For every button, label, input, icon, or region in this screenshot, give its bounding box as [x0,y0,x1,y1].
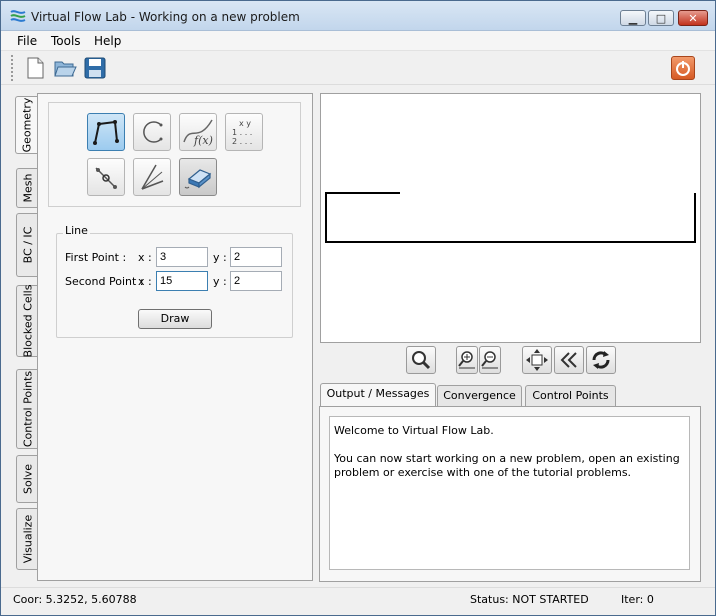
messages-box[interactable]: Welcome to Virtual Flow Lab. You can now… [329,416,690,570]
info-message: You can now start working on a new probl… [334,452,680,479]
pan-button[interactable] [522,346,552,374]
app-window: Virtual Flow Lab - Working on a new prob… [0,0,716,616]
pan-icon [526,349,548,371]
zoom-icon [412,351,431,370]
menu-bar: File Tools Help [1,31,715,51]
eraser-tool-icon [184,169,212,189]
draw-button[interactable]: Draw [138,309,212,329]
menu-tools[interactable]: Tools [47,33,85,49]
line-legend: Line [63,224,90,237]
second-y-input[interactable] [230,271,282,291]
tab-convergence[interactable]: Convergence [437,385,522,407]
side-tab-control-points[interactable]: Control Points [16,369,38,449]
polyline-tool-icon [93,120,119,145]
zoom-in-button[interactable] [456,346,478,374]
coordinates-table-tool-button[interactable]: x y 1 . . . 2 . . . [225,113,263,151]
close-icon: ✕ [688,11,698,25]
power-icon [676,61,690,76]
rewind-button[interactable] [554,346,584,374]
maximize-icon: □ [655,11,667,25]
menu-file[interactable]: File [13,33,41,49]
first-point-label: First Point : [65,251,127,264]
power-button[interactable] [671,56,695,80]
title-bar[interactable]: Virtual Flow Lab - Working on a new prob… [1,1,715,31]
side-tab-bc-ic[interactable]: BC / IC [16,213,38,277]
open-folder-icon[interactable] [53,56,77,80]
status-bar: Coor: 5.3252, 5.60788 Status: NOT STARTE… [1,587,715,615]
geometry-tools-box [48,102,301,207]
zoom-button[interactable] [406,346,436,374]
first-x-input[interactable] [156,247,208,267]
split-point-tool-icon [95,167,117,189]
minimize-icon: ▁ [628,11,638,25]
second-point-label: Second Point : [65,275,144,288]
zoom-in-icon [458,351,475,369]
maximize-button[interactable]: □ [648,10,674,26]
side-tab-solve[interactable]: Solve [16,455,38,503]
zoom-out-icon [481,351,498,369]
rewind-icon [560,352,577,368]
close-button[interactable]: ✕ [678,10,708,26]
side-tab-visualize[interactable]: Visualize [16,508,38,570]
save-disk-icon[interactable] [83,56,107,80]
side-tab-blocked-cells[interactable]: Blocked Cells [16,285,38,357]
geometry-drawing [325,192,696,243]
svg-text:1 . . .: 1 . . . [232,128,252,137]
toolbar-grip[interactable] [11,55,14,81]
drawing-canvas[interactable] [320,93,701,343]
arc-tool-icon [143,121,163,143]
solver-status: Status: NOT STARTED [470,593,589,606]
polyline-tool-button[interactable] [87,113,125,151]
tab-output-messages[interactable]: Output / Messages [320,383,436,407]
eraser-tool-button[interactable] [179,158,217,196]
svg-text:f(x): f(x) [193,134,213,147]
refresh-button[interactable] [586,346,616,374]
app-logo-icon [10,10,26,22]
menu-help[interactable]: Help [90,33,125,49]
minimize-button[interactable]: ▁ [620,10,646,26]
tab-control-points[interactable]: Control Points [525,385,616,407]
function-curve-tool-button[interactable]: f(x) [179,113,217,151]
zoom-out-button[interactable] [479,346,501,374]
svg-text:2 . . .: 2 . . . [232,137,252,146]
second-y-label: y : [213,275,227,288]
split-point-tool-button[interactable] [87,158,125,196]
second-x-label: x : [138,275,152,288]
angle-tool-button[interactable] [133,158,171,196]
coordinates-table-tool-icon: x y 1 . . . 2 . . . [232,119,252,146]
toolbar [1,51,715,85]
angle-tool-icon [141,164,164,190]
iteration-count: Iter: 0 [621,593,654,606]
side-tab-mesh[interactable]: Mesh [16,168,38,208]
first-y-label: y : [213,251,227,264]
new-file-icon[interactable] [23,56,47,80]
side-tab-geometry[interactable]: Geometry [15,96,38,154]
second-x-input[interactable] [156,271,208,291]
function-curve-tool-icon: f(x) [183,119,213,147]
arc-tool-button[interactable] [133,113,171,151]
cursor-coords: Coor: 5.3252, 5.60788 [13,593,137,606]
first-y-input[interactable] [230,247,282,267]
first-x-label: x : [138,251,152,264]
refresh-icon [592,351,610,369]
window-title: Virtual Flow Lab - Working on a new prob… [31,10,300,24]
welcome-message: Welcome to Virtual Flow Lab. [334,424,494,437]
svg-text:x y: x y [239,119,251,128]
